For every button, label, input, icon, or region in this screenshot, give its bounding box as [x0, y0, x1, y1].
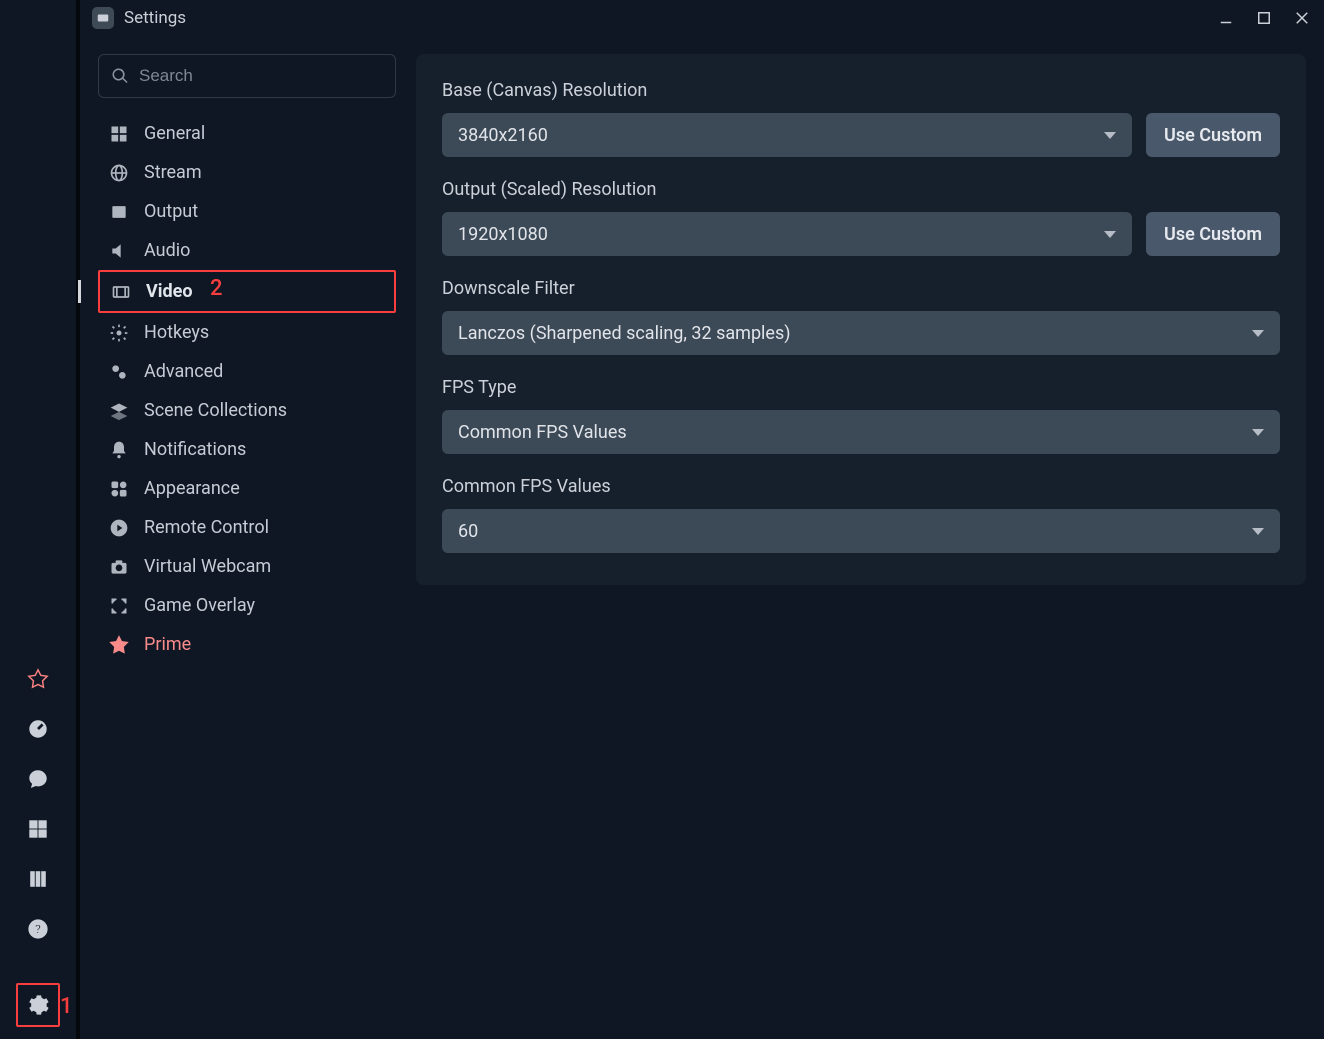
sidebar-item-label: Audio: [144, 240, 190, 261]
output-resolution-label: Output (Scaled) Resolution: [442, 179, 1280, 200]
volume-icon: [108, 241, 130, 261]
film-icon: [108, 202, 130, 222]
video-settings-panel: Base (Canvas) Resolution 3840x2160 Use C…: [416, 54, 1306, 585]
sidebar-item-label: Hotkeys: [144, 322, 209, 343]
search-input[interactable]: [139, 66, 383, 86]
base-resolution-select[interactable]: 3840x2160: [442, 113, 1132, 157]
chevron-down-icon: [1252, 528, 1264, 535]
sidebar-item-label: Remote Control: [144, 517, 269, 538]
sidebar-item-output[interactable]: Output: [98, 192, 396, 231]
sidebar-item-label: Virtual Webcam: [144, 556, 271, 577]
chevron-down-icon: [1104, 132, 1116, 139]
output-use-custom-button[interactable]: Use Custom: [1146, 212, 1280, 256]
settings-nav: General Stream Output Audio Video: [98, 54, 396, 1039]
search-input-wrap[interactable]: [98, 54, 396, 98]
app-vertical-bar: ? 1: [0, 0, 76, 1039]
active-indicator: [78, 280, 81, 303]
search-icon: [111, 67, 129, 85]
settings-window: Settings General Stream: [76, 0, 1324, 1039]
close-button[interactable]: [1292, 8, 1312, 28]
sidebar-item-label: Video: [146, 281, 193, 302]
sidebar-item-label: Output: [144, 201, 198, 222]
sidebar-item-label: General: [144, 123, 205, 144]
sidebar-item-appearance[interactable]: Appearance: [98, 469, 396, 508]
dashboard-dial-icon[interactable]: [24, 715, 52, 743]
output-resolution-value: 1920x1080: [458, 224, 548, 245]
sidebar-item-label: Notifications: [144, 439, 246, 460]
columns-icon[interactable]: [24, 865, 52, 893]
sidebar-item-label: Advanced: [144, 361, 223, 382]
sidebar-item-label: Game Overlay: [144, 595, 255, 616]
gears-icon: [108, 362, 130, 382]
grid-icon[interactable]: [24, 815, 52, 843]
layers-icon: [108, 401, 130, 421]
maximize-button[interactable]: [1254, 8, 1274, 28]
camera-icon: [108, 557, 130, 577]
sidebar-item-hotkeys[interactable]: Hotkeys: [98, 313, 396, 352]
settings-gear-icon[interactable]: [16, 983, 60, 1027]
sidebar-item-game-overlay[interactable]: Game Overlay: [98, 586, 396, 625]
sidebar-item-scene-collections[interactable]: Scene Collections: [98, 391, 396, 430]
base-resolution-label: Base (Canvas) Resolution: [442, 80, 1280, 101]
sidebar-item-audio[interactable]: Audio: [98, 231, 396, 270]
annotation-number-2: 2: [210, 276, 223, 301]
downscale-filter-select[interactable]: Lanczos (Sharpened scaling, 32 samples): [442, 311, 1280, 355]
help-icon[interactable]: ?: [24, 915, 52, 943]
titlebar: Settings: [80, 0, 1324, 36]
downscale-filter-value: Lanczos (Sharpened scaling, 32 samples): [458, 323, 791, 344]
globe-icon: [108, 163, 130, 183]
chevron-down-icon: [1252, 429, 1264, 436]
window-title: Settings: [124, 8, 186, 28]
chevron-down-icon: [1104, 231, 1116, 238]
svg-text:?: ?: [35, 923, 41, 938]
fps-type-label: FPS Type: [442, 377, 1280, 398]
grid-icon: [108, 124, 130, 144]
prime-icon[interactable]: [24, 665, 52, 693]
sidebar-item-label: Stream: [144, 162, 202, 183]
sidebar-item-general[interactable]: General: [98, 114, 396, 153]
sidebar-item-label: Scene Collections: [144, 400, 287, 421]
sidebar-item-video[interactable]: Video 2: [98, 270, 396, 313]
fps-value: 60: [458, 521, 478, 542]
base-resolution-value: 3840x2160: [458, 125, 548, 146]
prime-star-icon: [108, 635, 130, 655]
gear-icon: [108, 323, 130, 343]
appearance-icon: [108, 479, 130, 499]
sidebar-item-advanced[interactable]: Advanced: [98, 352, 396, 391]
app-icon: [92, 7, 114, 29]
sidebar-item-stream[interactable]: Stream: [98, 153, 396, 192]
annotation-number-1: 1: [60, 994, 73, 1019]
output-resolution-select[interactable]: 1920x1080: [442, 212, 1132, 256]
base-use-custom-button[interactable]: Use Custom: [1146, 113, 1280, 157]
chat-icon[interactable]: [24, 765, 52, 793]
sidebar-item-label: Prime: [144, 634, 191, 655]
bell-icon: [108, 440, 130, 460]
sidebar-item-label: Appearance: [144, 478, 240, 499]
fps-select[interactable]: 60: [442, 509, 1280, 553]
sidebar-item-notifications[interactable]: Notifications: [98, 430, 396, 469]
fps-label: Common FPS Values: [442, 476, 1280, 497]
video-icon: [110, 282, 132, 302]
sidebar-item-prime[interactable]: Prime: [98, 625, 396, 664]
sidebar-item-virtual-webcam[interactable]: Virtual Webcam: [98, 547, 396, 586]
fps-type-select[interactable]: Common FPS Values: [442, 410, 1280, 454]
sidebar-item-remote-control[interactable]: Remote Control: [98, 508, 396, 547]
expand-icon: [108, 596, 130, 616]
chevron-down-icon: [1252, 330, 1264, 337]
play-circle-icon: [108, 518, 130, 538]
fps-type-value: Common FPS Values: [458, 422, 627, 443]
downscale-filter-label: Downscale Filter: [442, 278, 1280, 299]
minimize-button[interactable]: [1216, 8, 1236, 28]
